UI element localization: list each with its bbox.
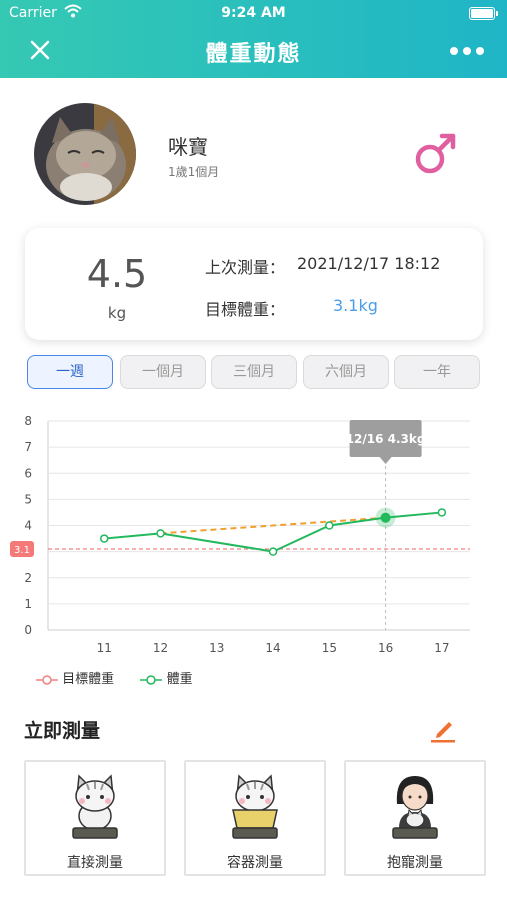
tooltip-arrow [379,457,392,464]
hold-pet-measure-label: 抱寵測量 [387,855,443,871]
battery-icon [469,7,498,20]
weight-chart: 012345678111213141516173.112/16 4.3kg [10,414,470,655]
cat-in-container-icon [232,774,278,839]
x-tick-label: 14 [265,641,280,655]
weight-point [325,521,334,530]
y-tick-label: 2 [24,571,32,585]
target-weight-value[interactable]: 3.1kg [333,296,378,315]
chart-legend: 目標體重 體重 [36,668,193,688]
person-holding-cat-icon [392,776,438,839]
y-tick-label: 0 [24,623,32,637]
weight-unit: kg [107,304,127,322]
edit-icon[interactable] [428,714,458,744]
tab-three-months[interactable]: 三個月 [211,355,297,389]
direct-measure-label: 直接測量 [67,855,123,871]
page-title: 體重動態 [205,42,302,67]
weight-point [437,508,447,517]
highlight-point [380,512,391,523]
clock: 9:24 AM [221,5,286,21]
y-tick-label: 1 [24,597,32,611]
app-header: Carrier 9:24 AM 體重動態 [0,0,507,78]
y-tick-label: 4 [24,519,32,533]
weight-point [156,529,165,538]
y-tick-label: 6 [24,466,32,480]
tab-six-months[interactable]: 六個月 [303,355,389,389]
container-measure-button[interactable]: 容器測量 [184,760,326,876]
last-measure-label: 上次測量： [205,258,286,277]
tab-one-month[interactable]: 一個月 [120,355,206,389]
last-measure-value: 2021/12/17 18:12 [297,254,441,273]
tooltip-text: 12/16 4.3kg [346,432,426,446]
measure-section-title: 立即測量 [24,720,101,742]
weight-summary-card: 4.5 kg 上次測量： 2021/12/17 18:12 目標體重： 3.1k… [25,228,483,340]
legend-weight-label: 體重 [166,672,193,687]
y-tick-label: 5 [24,492,32,506]
target-weight-label: 目標體重： [205,300,286,319]
tab-one-week[interactable]: 一週 [27,355,113,389]
pet-name: 咪寶 [168,135,208,159]
x-tick-label: 12 [153,641,168,655]
weight-point [268,547,278,556]
x-tick-label: 13 [209,641,224,655]
x-tick-label: 11 [97,641,112,655]
y-tick-label: 7 [24,440,32,454]
more-icon[interactable] [447,40,487,62]
container-measure-label: 容器測量 [227,855,283,871]
target-badge-label: 3.1 [14,545,30,556]
weight-legend-icon [140,674,163,685]
x-tick-label: 15 [322,641,337,655]
range-tabs: 一週 一個月 三個月 六個月 一年 [27,355,483,389]
hold-pet-measure-button[interactable]: 抱寵測量 [344,760,486,876]
direct-measure-button[interactable]: 直接測量 [24,760,166,876]
y-tick-label: 8 [24,414,32,428]
pet-age: 1歲1個月 [168,165,220,179]
status-bar: Carrier 9:24 AM [0,0,507,26]
target-legend-icon [36,674,58,685]
male-gender-icon [415,133,456,174]
x-tick-label: 16 [378,641,393,655]
cat-on-scale-icon [72,774,118,839]
legend-target-label: 目標體重 [62,672,115,687]
weight-point [100,534,109,543]
pet-avatar[interactable] [34,103,136,205]
x-tick-label: 17 [434,641,449,655]
current-weight: 4.5 [86,252,148,296]
tab-one-year[interactable]: 一年 [394,355,480,389]
